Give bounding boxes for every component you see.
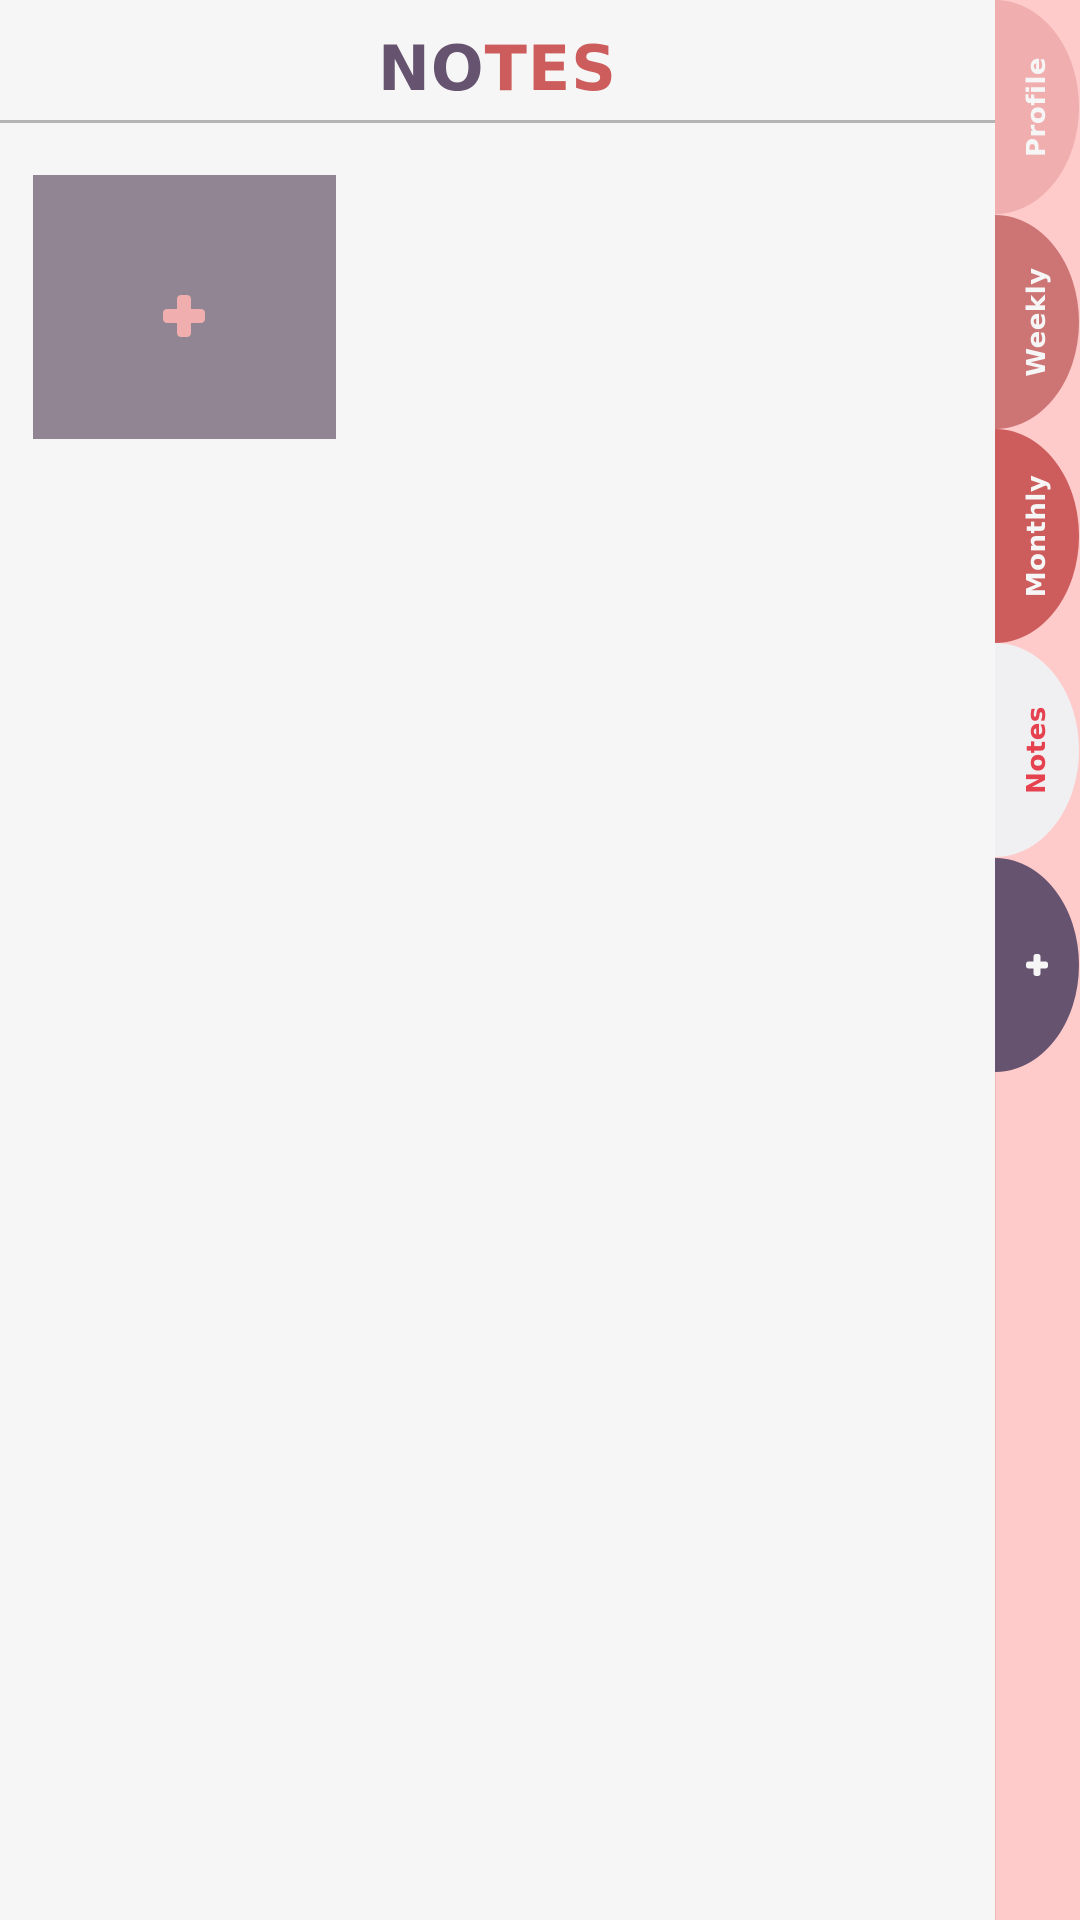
header: NOTES <box>0 0 995 123</box>
tab-monthly-label: Monthly <box>1022 474 1052 598</box>
tab-weekly-label: Weekly <box>1022 267 1052 377</box>
page-title-part-1: NO <box>378 32 485 105</box>
header-divider <box>0 120 995 123</box>
tab-notes-label: Notes <box>1022 706 1052 794</box>
page-title: NOTES <box>0 34 995 104</box>
page-title-part-2: TES <box>484 32 617 105</box>
tab-profile-label: Profile <box>1022 56 1052 158</box>
plus-icon <box>1026 954 1048 976</box>
plus-icon <box>163 295 205 337</box>
main-content: NOTES <box>0 0 995 1920</box>
add-note-button[interactable] <box>33 175 336 439</box>
